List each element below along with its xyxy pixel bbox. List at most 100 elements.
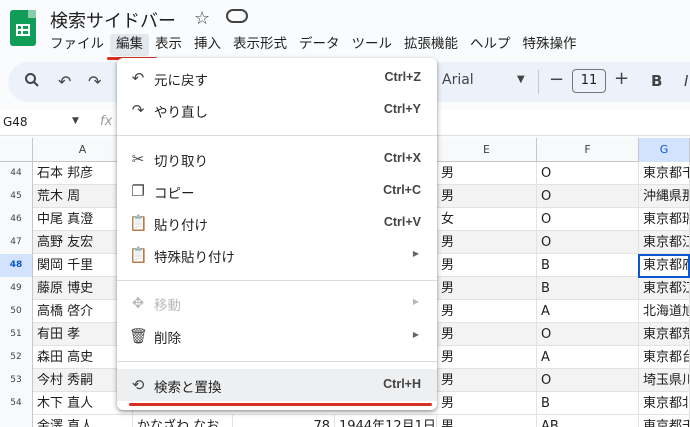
cell-address[interactable]: 東京都江: [639, 277, 690, 300]
name-box-dropdown-icon[interactable]: ▼: [72, 116, 79, 126]
cell-gender[interactable]: 男: [437, 323, 537, 346]
row-number[interactable]: 51: [0, 323, 33, 346]
cell-name[interactable]: 金澤 直人: [33, 415, 133, 427]
cell-gender[interactable]: 男: [437, 300, 537, 323]
menu-item-find-replace[interactable]: ⟲ 検索と置換 Ctrl+H: [117, 369, 437, 401]
cell-gender[interactable]: 男: [437, 162, 537, 185]
star-icon[interactable]: ☆: [194, 8, 210, 29]
cell-gender[interactable]: 男: [437, 254, 537, 277]
menu-data[interactable]: データ: [293, 34, 346, 56]
cell-gender[interactable]: 男: [437, 369, 537, 392]
menu-help[interactable]: ヘルプ: [464, 34, 517, 56]
cell-address[interactable]: 沖縄県那: [639, 185, 690, 208]
cell-address[interactable]: 東京都瑞: [639, 208, 690, 231]
cell-address[interactable]: 東京都北: [639, 392, 690, 415]
menu-item-redo[interactable]: ↷ やり直し Ctrl+Y: [117, 94, 437, 126]
cell-blood-type[interactable]: A: [537, 346, 639, 369]
menu-view[interactable]: 表示: [149, 34, 188, 56]
cell-gender[interactable]: 男: [437, 185, 537, 208]
menu-extensions[interactable]: 拡張機能: [398, 34, 464, 56]
cell-blood-type[interactable]: O: [537, 323, 639, 346]
menu-item-label: 貼り付け: [154, 218, 208, 234]
increase-font-size-button[interactable]: +: [614, 68, 629, 89]
menu-item-copy[interactable]: ❐ コピー Ctrl+C: [117, 175, 437, 207]
corner-cell[interactable]: [0, 138, 33, 162]
name-box[interactable]: G48: [3, 115, 28, 129]
cell-birthdate[interactable]: 1944年12月1日: [335, 415, 437, 427]
cell-address[interactable]: 東京都荒: [639, 323, 690, 346]
row-number[interactable]: 53: [0, 369, 33, 392]
cell-blood-type[interactable]: B: [537, 277, 639, 300]
cell-address[interactable]: 東京都千: [639, 162, 690, 185]
cell-gender[interactable]: 女: [437, 208, 537, 231]
row-number[interactable]: 48: [0, 254, 33, 277]
cell-age[interactable]: 78: [233, 415, 335, 427]
font-family-select[interactable]: Arial: [442, 72, 474, 88]
cell-blood-type[interactable]: A: [537, 300, 639, 323]
paste-icon: 📋: [129, 214, 148, 232]
menu-item-paste[interactable]: 📋 貼り付け Ctrl+V: [117, 207, 437, 239]
menu-item-paste-special[interactable]: 📋 特殊貼り付け ▶: [117, 239, 437, 271]
cell-address[interactable]: 北海道旭: [639, 300, 690, 323]
menu-insert[interactable]: 挿入: [188, 34, 227, 56]
cell-blood-type[interactable]: O: [537, 208, 639, 231]
cell-address[interactable]: 東京都台: [639, 346, 690, 369]
menu-item-shortcut: Ctrl+C: [383, 183, 421, 197]
redo-icon[interactable]: ↷: [88, 72, 101, 91]
undo-icon[interactable]: ↶: [58, 72, 71, 91]
cell-blood-type[interactable]: O: [537, 231, 639, 254]
font-size-input[interactable]: 11: [572, 69, 606, 93]
row-number[interactable]: 52: [0, 346, 33, 369]
decrease-font-size-button[interactable]: −: [549, 69, 564, 90]
cell-blood-type[interactable]: AB: [537, 415, 639, 427]
row-number[interactable]: 44: [0, 162, 33, 185]
menu-item-label: 移動: [154, 298, 181, 314]
column-header-f[interactable]: F: [537, 138, 639, 162]
menu-item-undo[interactable]: ↶ 元に戻す Ctrl+Z: [117, 62, 437, 94]
menu-item-move[interactable]: ✥ 移動 ▶: [117, 287, 437, 319]
cell-gender[interactable]: 男: [437, 277, 537, 300]
cell-blood-type[interactable]: B: [537, 254, 639, 277]
cell-gender[interactable]: 男: [437, 392, 537, 415]
cell-gender[interactable]: 男: [437, 231, 537, 254]
row-number[interactable]: 45: [0, 185, 33, 208]
paste-special-icon: 📋: [129, 246, 148, 264]
document-title[interactable]: 検索サイドバー: [50, 7, 176, 33]
menu-accessibility[interactable]: 特殊操作: [517, 34, 583, 56]
cell-gender[interactable]: 男: [437, 415, 537, 427]
cell-blood-type[interactable]: B: [537, 392, 639, 415]
row-number[interactable]: 47: [0, 231, 33, 254]
fx-icon: fx: [100, 114, 113, 129]
row-number[interactable]: 50: [0, 300, 33, 323]
sheets-logo-icon[interactable]: [10, 10, 36, 46]
menu-tools[interactable]: ツール: [346, 34, 399, 56]
row-number[interactable]: [0, 415, 33, 427]
cell-address[interactable]: 東京都千: [639, 415, 690, 427]
column-header-e[interactable]: E: [437, 138, 537, 162]
move-icon: ✥: [131, 294, 145, 312]
column-header-g[interactable]: G: [639, 138, 690, 162]
row-number[interactable]: 46: [0, 208, 33, 231]
menu-item-delete[interactable]: 🗑 削除 ▶: [117, 320, 437, 352]
cell-blood-type[interactable]: O: [537, 162, 639, 185]
row-number[interactable]: 54: [0, 392, 33, 415]
cell-gender[interactable]: 男: [437, 346, 537, 369]
menu-item-label: 検索と置換: [154, 380, 222, 396]
cell-furigana[interactable]: かなざわ なお: [133, 415, 233, 427]
menu-item-label: 切り取り: [154, 154, 208, 170]
menu-file[interactable]: ファイル: [44, 34, 110, 56]
font-family-dropdown-icon[interactable]: ▼: [517, 74, 525, 85]
italic-button[interactable]: I: [684, 72, 688, 90]
menu-item-cut[interactable]: ✂ 切り取り Ctrl+X: [117, 143, 437, 175]
submenu-arrow-icon: ▶: [412, 297, 419, 306]
bold-button[interactable]: B: [651, 72, 662, 90]
search-menus-icon[interactable]: [24, 72, 40, 92]
row-number[interactable]: 49: [0, 277, 33, 300]
menu-edit[interactable]: 編集: [110, 34, 149, 56]
cell-blood-type[interactable]: O: [537, 185, 639, 208]
cell-blood-type[interactable]: O: [537, 369, 639, 392]
cloud-status-icon[interactable]: [226, 9, 248, 23]
menu-format[interactable]: 表示形式: [227, 34, 293, 56]
cell-address[interactable]: 埼玉県川: [639, 369, 690, 392]
cell-address[interactable]: 東京都江: [639, 231, 690, 254]
